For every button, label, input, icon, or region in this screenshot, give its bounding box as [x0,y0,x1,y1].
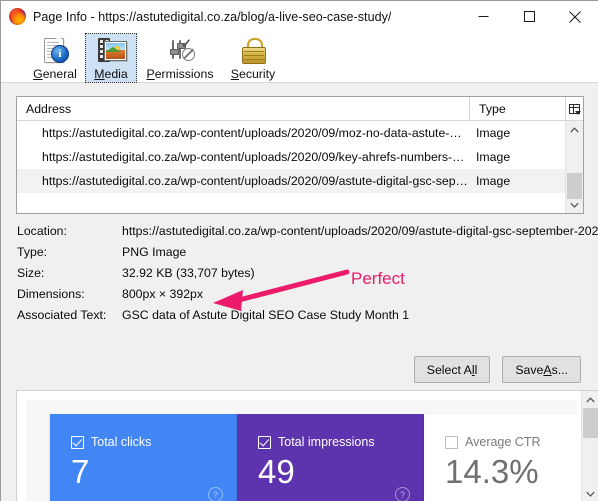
row-type: Image [476,150,511,164]
media-list-scrollbar[interactable] [565,121,583,213]
padlock-icon [237,36,269,66]
card-average-ctr[interactable]: Average CTR 14.3% ? [424,414,598,501]
card-value-total-impressions: 49 [258,453,295,490]
detail-row-type: Type: PNG Image [17,241,598,262]
detail-value-location: https://astutedigital.co.za/wp-content/u… [122,223,598,238]
detail-value-dimensions: 800px × 392px [122,286,204,301]
detail-label: Size: [17,265,45,280]
detail-row-dimensions: Dimensions: 800px × 392px [17,283,598,304]
tab-permissions-label: Permissions [146,67,214,81]
firefox-logo [9,8,26,25]
page-info-toolbar: i General Media ✓ Permissions Security [1,32,598,83]
scrollbar-thumb[interactable] [583,408,598,438]
help-circle-icon[interactable]: ? [395,487,410,501]
tab-general[interactable]: i General [27,33,83,83]
column-picker-icon[interactable] [566,97,583,120]
card-value-average-ctr: 14.3% [445,453,539,490]
media-list[interactable]: Address Type https://astutedigital.co.za… [16,96,584,214]
media-list-rows: https://astutedigital.co.za/wp-content/u… [17,121,583,214]
checkbox-average-ctr[interactable] [445,435,458,449]
media-film-photo-icon [95,36,127,66]
tab-media[interactable]: Media [85,33,137,83]
chevron-down-icon[interactable] [566,196,583,213]
title-bar: Page Info - https://astutedigital.co.za/… [1,1,598,32]
media-preview-pane: Total clicks 7 ? Total impressions 49 ? [16,390,598,501]
table-row[interactable]: https://astutedigital.co.za/wp-content/u… [17,145,583,169]
checkbox-total-impressions[interactable] [258,435,271,449]
detail-row-size: Size: 32.92 KB (33,707 bytes) [17,262,598,283]
table-row[interactable]: https://astutedigital.co.za/wp-content/u… [17,121,583,145]
window-title: Page Info - https://astutedigital.co.za/… [33,9,392,24]
card-title-average-ctr: Average CTR [465,435,541,449]
column-header-address[interactable]: Address [17,97,470,120]
tab-permissions[interactable]: ✓ Permissions [141,33,219,83]
row-address: https://astutedigital.co.za/wp-content/u… [42,126,462,140]
action-buttons: Select All Save As... [413,356,581,383]
chevron-up-icon[interactable] [566,121,583,138]
help-circle-icon[interactable]: ? [208,487,223,501]
detail-label: Type: [17,244,48,259]
row-address: https://astutedigital.co.za/wp-content/u… [42,174,468,188]
save-as-button[interactable]: Save As... [502,356,581,383]
minimize-icon[interactable] [460,1,506,32]
card-value-total-clicks: 7 [71,453,90,490]
detail-row-location: Location: https://astutedigital.co.za/wp… [17,220,598,241]
tab-media-label: Media [94,67,128,81]
tab-security[interactable]: Security [221,33,285,83]
select-all-button[interactable]: Select All [413,356,491,383]
preview-image: Total clicks 7 ? Total impressions 49 ? [26,400,598,501]
document-info-icon: i [39,36,71,66]
card-total-impressions[interactable]: Total impressions 49 ? [237,414,424,501]
tab-security-label: Security [230,67,276,81]
detail-label: Dimensions: [17,286,85,301]
card-title-total-impressions: Total impressions [278,435,375,449]
card-title-total-clicks: Total clicks [91,435,152,449]
tab-general-label: General [33,67,77,81]
media-list-header: Address Type [17,97,583,121]
column-header-type[interactable]: Type [470,97,566,120]
detail-value-size: 32.92 KB (33,707 bytes) [122,265,255,280]
detail-value-associated-text: GSC data of Astute Digital SEO Case Stud… [122,307,410,322]
sliders-permissions-icon: ✓ [164,36,196,66]
gsc-summary-cards: Total clicks 7 ? Total impressions 49 ? [50,414,598,501]
page-info-window: Page Info - https://astutedigital.co.za/… [0,0,598,501]
card-total-clicks[interactable]: Total clicks 7 ? [50,414,237,501]
maximize-icon[interactable] [506,1,552,32]
row-type: Image [476,174,511,188]
detail-label: Associated Text: [17,307,107,322]
chevron-up-icon[interactable] [582,391,598,408]
checkbox-total-clicks[interactable] [71,435,84,449]
close-icon[interactable] [552,1,598,32]
row-address: https://astutedigital.co.za/wp-content/u… [42,150,465,164]
preview-scrollbar[interactable] [581,391,598,501]
detail-row-associated-text: Associated Text: GSC data of Astute Digi… [17,304,598,325]
detail-label: Location: [17,223,67,238]
table-row[interactable]: https://astutedigital.co.za/wp-content/u… [17,169,583,193]
detail-value-type: PNG Image [122,244,187,259]
row-type: Image [476,126,511,140]
media-details: Location: https://astutedigital.co.za/wp… [17,220,598,325]
chevron-down-icon[interactable] [582,485,598,501]
window-controls [460,1,598,32]
